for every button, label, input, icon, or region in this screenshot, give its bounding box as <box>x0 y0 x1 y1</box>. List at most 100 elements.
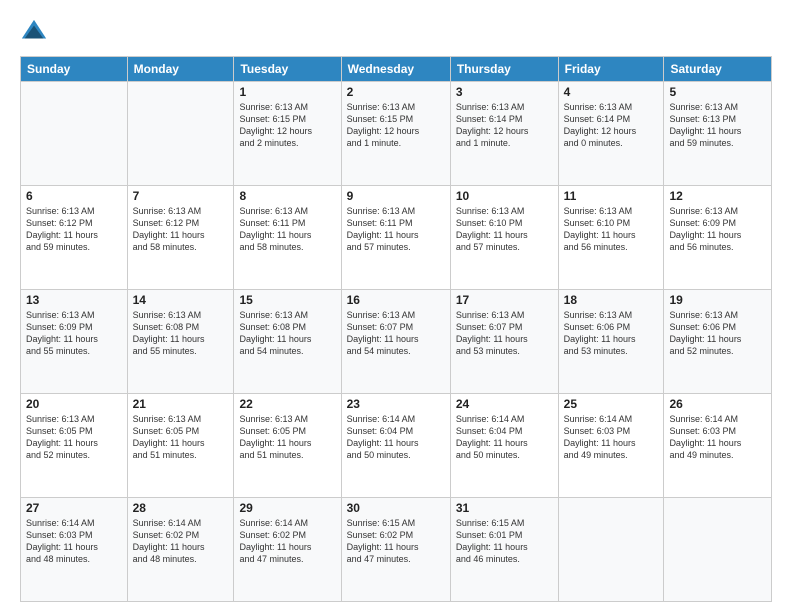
calendar-cell: 27 Sunrise: 6:14 AM Sunset: 6:03 PM Dayli… <box>21 498 128 602</box>
cell-content: Sunrise: 6:13 AM Sunset: 6:09 PM Dayligh… <box>26 309 122 358</box>
calendar-cell: 30 Sunrise: 6:15 AM Sunset: 6:02 PM Dayli… <box>341 498 450 602</box>
cell-content: Sunrise: 6:13 AM Sunset: 6:15 PM Dayligh… <box>347 101 445 150</box>
calendar-cell: 3 Sunrise: 6:13 AM Sunset: 6:14 PM Daylig… <box>450 82 558 186</box>
calendar-cell <box>664 498 772 602</box>
day-number: 13 <box>26 293 122 307</box>
cell-content: Sunrise: 6:14 AM Sunset: 6:02 PM Dayligh… <box>133 517 229 566</box>
calendar-cell: 7 Sunrise: 6:13 AM Sunset: 6:12 PM Daylig… <box>127 186 234 290</box>
cell-content: Sunrise: 6:13 AM Sunset: 6:06 PM Dayligh… <box>669 309 766 358</box>
cell-content: Sunrise: 6:13 AM Sunset: 6:06 PM Dayligh… <box>564 309 659 358</box>
calendar-cell: 1 Sunrise: 6:13 AM Sunset: 6:15 PM Daylig… <box>234 82 341 186</box>
cell-content: Sunrise: 6:13 AM Sunset: 6:08 PM Dayligh… <box>133 309 229 358</box>
page: SundayMondayTuesdayWednesdayThursdayFrid… <box>0 0 792 612</box>
day-number: 28 <box>133 501 229 515</box>
calendar-cell: 10 Sunrise: 6:13 AM Sunset: 6:10 PM Dayli… <box>450 186 558 290</box>
calendar-cell: 29 Sunrise: 6:14 AM Sunset: 6:02 PM Dayli… <box>234 498 341 602</box>
cell-content: Sunrise: 6:14 AM Sunset: 6:04 PM Dayligh… <box>456 413 553 462</box>
cell-content: Sunrise: 6:13 AM Sunset: 6:14 PM Dayligh… <box>456 101 553 150</box>
day-number: 22 <box>239 397 335 411</box>
header-cell-tuesday: Tuesday <box>234 57 341 82</box>
calendar-cell: 11Sunrise: 6:13 AM Sunset: 6:10 PM Dayli… <box>558 186 664 290</box>
cell-content: Sunrise: 6:13 AM Sunset: 6:05 PM Dayligh… <box>26 413 122 462</box>
logo-icon <box>20 18 48 46</box>
calendar-cell: 21Sunrise: 6:13 AM Sunset: 6:05 PM Dayli… <box>127 394 234 498</box>
day-number: 10 <box>456 189 553 203</box>
cell-content: Sunrise: 6:14 AM Sunset: 6:03 PM Dayligh… <box>26 517 122 566</box>
cell-content: Sunrise: 6:14 AM Sunset: 6:02 PM Dayligh… <box>239 517 335 566</box>
calendar-cell: 8Sunrise: 6:13 AM Sunset: 6:11 PM Daylig… <box>234 186 341 290</box>
cell-content: Sunrise: 6:15 AM Sunset: 6:01 PM Dayligh… <box>456 517 553 566</box>
day-number: 31 <box>456 501 553 515</box>
day-number: 4 <box>564 85 659 99</box>
calendar-cell: 23Sunrise: 6:14 AM Sunset: 6:04 PM Dayli… <box>341 394 450 498</box>
week-row-1: 6 Sunrise: 6:13 AM Sunset: 6:12 PM Daylig… <box>21 186 772 290</box>
day-number: 15 <box>239 293 335 307</box>
calendar-cell: 18 Sunrise: 6:13 AM Sunset: 6:06 PM Dayli… <box>558 290 664 394</box>
cell-content: Sunrise: 6:15 AM Sunset: 6:02 PM Dayligh… <box>347 517 445 566</box>
day-number: 18 <box>564 293 659 307</box>
day-number: 27 <box>26 501 122 515</box>
cell-content: Sunrise: 6:13 AM Sunset: 6:08 PM Dayligh… <box>239 309 335 358</box>
day-number: 30 <box>347 501 445 515</box>
calendar-cell: 15 Sunrise: 6:13 AM Sunset: 6:08 PM Dayli… <box>234 290 341 394</box>
header-cell-sunday: Sunday <box>21 57 128 82</box>
week-row-2: 13 Sunrise: 6:13 AM Sunset: 6:09 PM Dayli… <box>21 290 772 394</box>
day-number: 2 <box>347 85 445 99</box>
calendar-body: 1 Sunrise: 6:13 AM Sunset: 6:15 PM Daylig… <box>21 82 772 602</box>
header-cell-wednesday: Wednesday <box>341 57 450 82</box>
calendar-cell: 17 Sunrise: 6:13 AM Sunset: 6:07 PM Dayli… <box>450 290 558 394</box>
day-number: 26 <box>669 397 766 411</box>
calendar-cell: 16 Sunrise: 6:13 AM Sunset: 6:07 PM Dayli… <box>341 290 450 394</box>
cell-content: Sunrise: 6:13 AM Sunset: 6:13 PM Dayligh… <box>669 101 766 150</box>
day-number: 16 <box>347 293 445 307</box>
day-number: 8 <box>239 189 335 203</box>
header <box>20 18 772 46</box>
day-number: 25 <box>564 397 659 411</box>
header-cell-monday: Monday <box>127 57 234 82</box>
day-number: 17 <box>456 293 553 307</box>
cell-content: Sunrise: 6:14 AM Sunset: 6:03 PM Dayligh… <box>564 413 659 462</box>
header-cell-saturday: Saturday <box>664 57 772 82</box>
day-number: 3 <box>456 85 553 99</box>
calendar-cell: 13 Sunrise: 6:13 AM Sunset: 6:09 PM Dayli… <box>21 290 128 394</box>
calendar-cell <box>127 82 234 186</box>
cell-content: Sunrise: 6:13 AM Sunset: 6:09 PM Dayligh… <box>669 205 766 254</box>
day-number: 20 <box>26 397 122 411</box>
day-number: 29 <box>239 501 335 515</box>
cell-content: Sunrise: 6:13 AM Sunset: 6:07 PM Dayligh… <box>347 309 445 358</box>
calendar-cell: 12 Sunrise: 6:13 AM Sunset: 6:09 PM Dayli… <box>664 186 772 290</box>
day-number: 12 <box>669 189 766 203</box>
cell-content: Sunrise: 6:13 AM Sunset: 6:12 PM Dayligh… <box>133 205 229 254</box>
header-cell-friday: Friday <box>558 57 664 82</box>
day-number: 1 <box>239 85 335 99</box>
cell-content: Sunrise: 6:14 AM Sunset: 6:03 PM Dayligh… <box>669 413 766 462</box>
header-cell-thursday: Thursday <box>450 57 558 82</box>
cell-content: Sunrise: 6:13 AM Sunset: 6:10 PM Dayligh… <box>456 205 553 254</box>
calendar-cell: 20 Sunrise: 6:13 AM Sunset: 6:05 PM Dayli… <box>21 394 128 498</box>
day-number: 7 <box>133 189 229 203</box>
cell-content: Sunrise: 6:13 AM Sunset: 6:14 PM Dayligh… <box>564 101 659 150</box>
day-number: 6 <box>26 189 122 203</box>
calendar-cell <box>21 82 128 186</box>
day-number: 19 <box>669 293 766 307</box>
calendar-cell: 26 Sunrise: 6:14 AM Sunset: 6:03 PM Dayli… <box>664 394 772 498</box>
cell-content: Sunrise: 6:13 AM Sunset: 6:15 PM Dayligh… <box>239 101 335 150</box>
calendar-cell: 31 Sunrise: 6:15 AM Sunset: 6:01 PM Dayli… <box>450 498 558 602</box>
calendar-cell <box>558 498 664 602</box>
calendar-cell: 25 Sunrise: 6:14 AM Sunset: 6:03 PM Dayli… <box>558 394 664 498</box>
day-number: 24 <box>456 397 553 411</box>
calendar-cell: 24 Sunrise: 6:14 AM Sunset: 6:04 PM Dayli… <box>450 394 558 498</box>
logo <box>20 18 52 46</box>
calendar-cell: 28 Sunrise: 6:14 AM Sunset: 6:02 PM Dayli… <box>127 498 234 602</box>
calendar-cell: 19 Sunrise: 6:13 AM Sunset: 6:06 PM Dayli… <box>664 290 772 394</box>
cell-content: Sunrise: 6:13 AM Sunset: 6:11 PM Dayligh… <box>347 205 445 254</box>
header-row: SundayMondayTuesdayWednesdayThursdayFrid… <box>21 57 772 82</box>
week-row-4: 27 Sunrise: 6:14 AM Sunset: 6:03 PM Dayli… <box>21 498 772 602</box>
calendar-cell: 6Sunrise: 6:13 AM Sunset: 6:12 PM Daylig… <box>21 186 128 290</box>
calendar-cell: 4 Sunrise: 6:13 AM Sunset: 6:14 PM Daylig… <box>558 82 664 186</box>
day-number: 9 <box>347 189 445 203</box>
cell-content: Sunrise: 6:13 AM Sunset: 6:07 PM Dayligh… <box>456 309 553 358</box>
calendar-header: SundayMondayTuesdayWednesdayThursdayFrid… <box>21 57 772 82</box>
day-number: 21 <box>133 397 229 411</box>
day-number: 23 <box>347 397 445 411</box>
